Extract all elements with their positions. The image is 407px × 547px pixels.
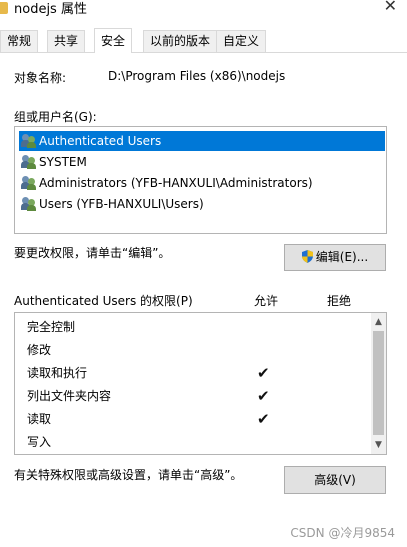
- watermark: CSDN @冷月9854: [290, 526, 395, 540]
- list-item[interactable]: Administrators (YFB-HANXULI\Administrato…: [19, 173, 385, 193]
- users-icon: [21, 197, 37, 211]
- allow-check-icon: ✔: [257, 364, 270, 382]
- list-item-label: Users (YFB-HANXULI\Users): [39, 197, 204, 211]
- scroll-thumb[interactable]: [373, 331, 384, 435]
- list-item-label: SYSTEM: [39, 155, 87, 169]
- permissions-header: Authenticated Users 的权限(P): [14, 294, 193, 308]
- title-bar: nodejs 属性 ✕: [0, 0, 407, 22]
- object-name-label: 对象名称:: [14, 71, 67, 85]
- scroll-up-icon[interactable]: ▲: [371, 315, 386, 329]
- list-item[interactable]: Users (YFB-HANXULI\Users): [19, 194, 385, 214]
- tab-security[interactable]: 安全: [94, 28, 133, 53]
- scroll-down-icon[interactable]: ▼: [371, 438, 386, 452]
- permission-modify: 修改: [27, 343, 52, 357]
- advanced-button[interactable]: 高级(V): [284, 466, 386, 494]
- users-icon: [21, 176, 37, 190]
- allow-check-icon: ✔: [257, 387, 270, 405]
- allow-column-header: 允许: [254, 294, 279, 308]
- allow-check-icon: ✔: [257, 410, 270, 428]
- list-item[interactable]: Authenticated Users: [19, 131, 385, 151]
- users-icon: [21, 134, 37, 148]
- tab-previous-versions[interactable]: 以前的版本: [143, 30, 218, 52]
- permission-full-control: 完全控制: [27, 320, 76, 334]
- window-title: nodejs 属性: [14, 2, 87, 17]
- permission-list-folder: 列出文件夹内容: [27, 389, 112, 403]
- object-name-value: D:\Program Files (x86)\nodejs: [108, 69, 286, 83]
- shield-icon: [301, 247, 313, 263]
- tab-strip: 常规 共享 安全 以前的版本 自定义: [0, 28, 407, 53]
- permissions-scrollbar[interactable]: ▲ ▼: [371, 313, 386, 454]
- groups-label: 组或用户名(G):: [14, 110, 97, 124]
- close-icon[interactable]: ✕: [384, 0, 397, 15]
- list-item[interactable]: SYSTEM: [19, 152, 385, 172]
- edit-hint: 要更改权限，请单击“编辑”。: [14, 246, 171, 260]
- tab-sharing[interactable]: 共享: [47, 30, 86, 52]
- users-icon: [21, 155, 37, 169]
- permissions-table[interactable]: 完全控制 修改 读取和执行 ✔ 列出文件夹内容 ✔ 读取 ✔ 写入 ▲ ▼: [14, 312, 387, 455]
- list-item-label: Authenticated Users: [39, 134, 162, 148]
- permission-write: 写入: [27, 435, 52, 449]
- edit-button-label: 编辑(E)...: [315, 250, 369, 264]
- tab-general[interactable]: 常规: [0, 30, 39, 52]
- groups-listbox[interactable]: Authenticated Users SYSTEM Administrator…: [14, 126, 387, 234]
- permission-read-execute: 读取和执行: [27, 366, 88, 380]
- advanced-hint: 有关特殊权限或高级设置，请单击“高级”。: [14, 468, 243, 482]
- list-item-label: Administrators (YFB-HANXULI\Administrato…: [39, 176, 313, 190]
- permission-read: 读取: [27, 412, 52, 426]
- edit-button[interactable]: 编辑(E)...: [284, 244, 386, 271]
- tab-customize[interactable]: 自定义: [216, 30, 267, 52]
- folder-icon: [0, 2, 8, 14]
- deny-column-header: 拒绝: [327, 294, 352, 308]
